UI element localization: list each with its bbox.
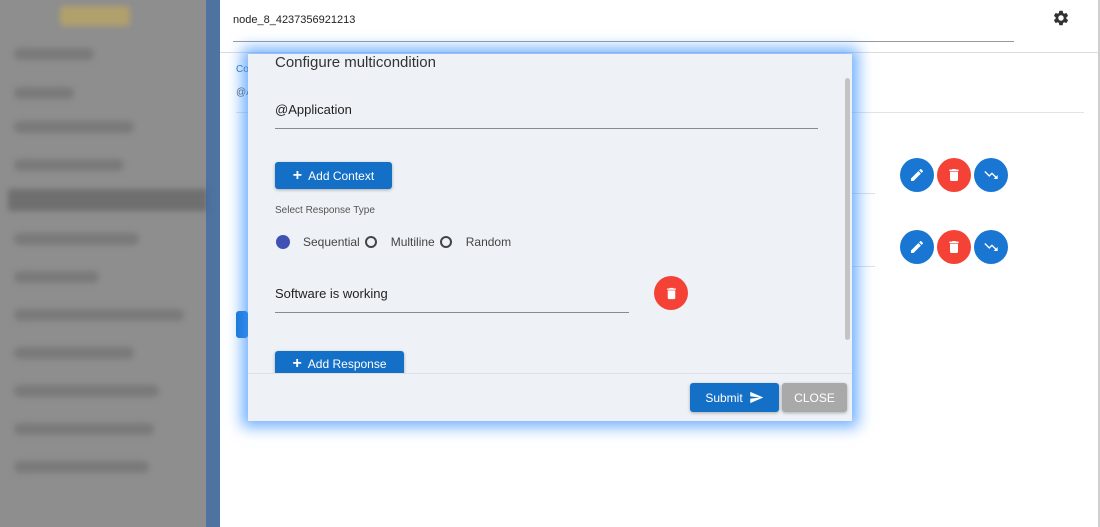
radio-multiline-label[interactable]: Multiline <box>391 235 435 249</box>
sidebar-item <box>14 347 134 359</box>
radio-sequential[interactable] <box>276 235 290 249</box>
close-button[interactable]: CLOSE <box>782 383 847 412</box>
sidebar-item <box>14 423 154 435</box>
sidebar-item <box>14 233 139 245</box>
sidebar-item <box>14 385 159 397</box>
trend-arrow-icon <box>984 243 998 251</box>
pencil-icon <box>911 240 924 253</box>
trash-icon <box>949 241 959 253</box>
sidebar-blurred-content <box>0 0 220 527</box>
radio-random-label[interactable]: Random <box>466 235 511 249</box>
sidebar <box>0 0 220 527</box>
sidebar-item-active <box>8 189 208 211</box>
trend-arrow-icon <box>984 171 998 179</box>
sidebar-item <box>14 461 149 473</box>
edit-button[interactable] <box>900 158 934 192</box>
trash-icon <box>949 169 959 181</box>
background-button <box>236 311 248 338</box>
radio-sequential-label[interactable]: Sequential <box>303 235 360 249</box>
sidebar-item <box>14 48 94 60</box>
response-field[interactable]: Software is working <box>275 286 388 301</box>
trend-button[interactable] <box>974 230 1008 264</box>
sidebar-edge <box>206 0 220 527</box>
node-title[interactable]: node_8_4237356921213 <box>233 14 355 26</box>
dialog-footer-divider <box>248 373 852 374</box>
dialog-title: Configure multicondition <box>275 54 436 71</box>
plus-icon: + <box>292 355 302 372</box>
edit-button[interactable] <box>900 230 934 264</box>
sidebar-item <box>14 87 74 99</box>
configure-multicondition-dialog: Configure multicondition @Application + … <box>248 54 852 421</box>
radio-multiline[interactable] <box>364 236 377 248</box>
delete-response-button[interactable] <box>654 276 688 310</box>
delete-button[interactable] <box>937 230 971 264</box>
delete-button[interactable] <box>937 158 971 192</box>
add-response-button[interactable]: + Add Response <box>275 351 404 374</box>
trend-button[interactable] <box>974 158 1008 192</box>
radio-random[interactable] <box>439 236 452 248</box>
dialog-scrollbar[interactable] <box>845 78 850 340</box>
sidebar-item <box>14 309 184 321</box>
send-icon <box>749 391 764 404</box>
pencil-icon <box>911 168 924 181</box>
sidebar-item <box>14 121 134 133</box>
sidebar-item <box>14 159 124 171</box>
context-field[interactable]: @Application <box>275 102 352 117</box>
add-context-label: Add Context <box>308 168 375 183</box>
response-type-label: Select Response Type <box>275 205 375 216</box>
submit-button[interactable]: Submit <box>690 383 779 412</box>
logo <box>60 6 130 26</box>
dialog-content[interactable]: Configure multicondition @Application + … <box>248 54 852 374</box>
node-title-underline <box>233 41 1014 42</box>
trash-icon <box>666 287 676 299</box>
gear-icon[interactable] <box>1052 9 1070 27</box>
sidebar-item <box>14 271 99 283</box>
response-type-radio-group: Sequential Multiline Random <box>276 233 511 251</box>
context-field-underline <box>275 128 818 129</box>
submit-label: Submit <box>705 390 743 405</box>
background-label: Co <box>236 64 249 75</box>
response-field-underline <box>275 312 629 313</box>
add-context-button[interactable]: + Add Context <box>275 162 392 189</box>
add-response-label: Add Response <box>307 357 387 371</box>
header-divider <box>220 52 1100 53</box>
plus-icon: + <box>292 166 303 184</box>
